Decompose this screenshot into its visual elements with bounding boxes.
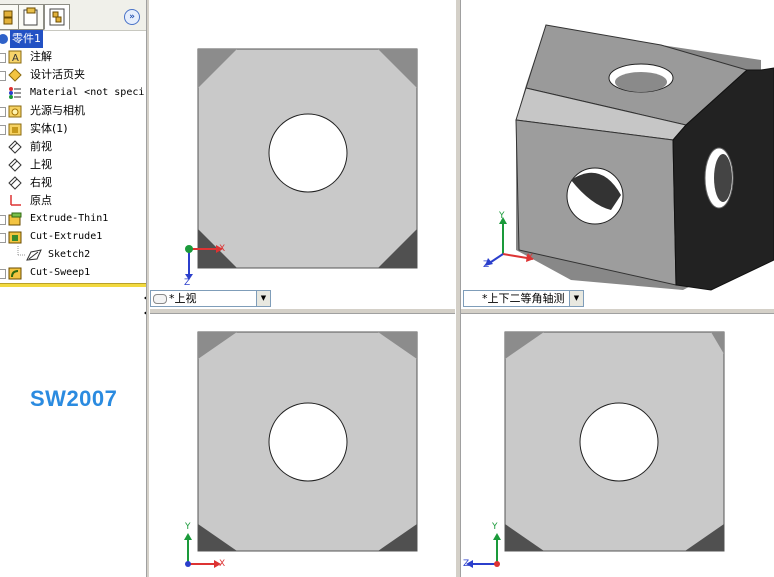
y-axis-label: Y <box>492 522 498 532</box>
annotation-icon: A <box>8 50 22 64</box>
rollback-bar[interactable] <box>0 283 146 287</box>
viewport-bottom-right[interactable]: Y Z <box>461 314 774 577</box>
tree-item-extrude-thin1[interactable]: Extrude-Thin1 <box>0 210 146 228</box>
svg-text:A: A <box>12 53 19 64</box>
tree-item-label: 右视 <box>30 176 52 189</box>
version-logo: SW2007 <box>30 386 118 411</box>
panel-tabs: » <box>0 0 146 31</box>
tree-item-label: Cut-Extrude1 <box>30 231 103 242</box>
z-axis-label: Z <box>184 278 191 288</box>
tree-item-label: 实体(1) <box>30 122 68 135</box>
view-icon <box>153 294 167 304</box>
plane-icon <box>8 176 22 190</box>
viewport-top-right[interactable]: Y X Z *上下二等角轴测 ▼ <box>461 0 774 308</box>
tree-root-label: 零件1 <box>10 30 43 48</box>
configuration-icon <box>49 8 65 26</box>
view-orientation-selector[interactable]: *上下二等角轴测 ▼ <box>463 290 584 307</box>
lights-cameras-icon <box>8 105 22 118</box>
expand-panel-icon[interactable]: » <box>124 9 140 25</box>
property-icon <box>23 7 38 26</box>
tree-item-right-plane[interactable]: 右视 <box>0 174 146 192</box>
tree-item-top-plane[interactable]: 上视 <box>0 156 146 174</box>
x-axis-label: X <box>219 244 226 254</box>
tree-item-origin[interactable]: 原点 <box>0 192 146 210</box>
view-orientation-selector[interactable]: *上视 ▼ <box>150 290 271 307</box>
tree-root-part[interactable]: 零件1 <box>0 30 146 48</box>
expand-toggle[interactable] <box>0 53 6 63</box>
cut-sweep-feature-icon <box>8 267 22 280</box>
tree-item-label: Material <not speci <box>30 87 145 98</box>
viewport-top-left[interactable]: X Z *上视 ▼ <box>150 0 455 308</box>
feature-tree: 零件1 A 注解 设计活页夹 Material <not speci 光源与相机… <box>0 30 146 283</box>
tree-item-label: 上视 <box>30 158 52 171</box>
view-name: *上视 <box>169 292 197 305</box>
tree-item-label: 原点 <box>30 194 52 207</box>
design-binder-icon <box>8 68 22 82</box>
tree-item-label: 光源与相机 <box>30 104 85 117</box>
tree-item-label: Cut-Sweep1 <box>30 267 91 278</box>
expand-toggle[interactable] <box>0 107 6 117</box>
plane-icon <box>8 158 22 172</box>
solid-bodies-icon <box>8 123 22 136</box>
material-icon <box>9 87 21 99</box>
expand-toggle[interactable] <box>0 233 6 243</box>
viewport-bottom-left[interactable]: Y X <box>150 314 455 577</box>
tree-item-label: 注解 <box>30 50 52 63</box>
z-axis-label: Z <box>463 559 470 569</box>
x-axis-label: X <box>527 253 534 263</box>
tree-item-solid-bodies[interactable]: 实体(1) <box>0 120 146 138</box>
expand-toggle[interactable] <box>0 215 6 225</box>
plane-icon <box>8 140 22 154</box>
part-icon <box>0 34 8 44</box>
tree-item-annotations[interactable]: A 注解 <box>0 48 146 66</box>
property-manager-tab[interactable] <box>18 4 44 30</box>
sketch-icon <box>26 249 42 261</box>
expand-toggle[interactable] <box>0 125 6 135</box>
chevron-down-icon[interactable]: ▼ <box>256 291 270 306</box>
x-axis-label: X <box>219 559 226 569</box>
tree-item-cut-sweep1[interactable]: Cut-Sweep1 <box>0 264 146 282</box>
tree-item-design-binder[interactable]: 设计活页夹 <box>0 66 146 84</box>
tree-item-material[interactable]: Material <not speci <box>0 84 146 102</box>
y-axis-label: Y <box>499 211 505 221</box>
y-axis-label: Y <box>185 522 191 532</box>
feature-manager-panel: » 零件1 A 注解 设计活页夹 Material <not speci 光源与… <box>0 0 146 577</box>
configuration-manager-tab[interactable] <box>44 4 70 30</box>
extrude-feature-icon <box>8 212 22 226</box>
feature-manager-tab[interactable] <box>0 4 20 30</box>
tree-item-label: Extrude-Thin1 <box>30 213 109 224</box>
expand-toggle[interactable] <box>0 71 6 81</box>
feature-tree-icon <box>3 10 13 25</box>
z-axis-label: Z <box>483 260 490 270</box>
origin-icon <box>10 195 21 206</box>
tree-item-lights-cameras[interactable]: 光源与相机 <box>0 102 146 120</box>
tree-item-cut-extrude1[interactable]: Cut-Extrude1 <box>0 228 146 246</box>
tree-item-label: Sketch2 <box>48 249 91 260</box>
chevron-down-icon[interactable]: ▼ <box>569 291 583 306</box>
tree-item-sketch2[interactable]: Sketch2 <box>0 246 146 264</box>
tree-item-label: 前视 <box>30 140 52 153</box>
view-name: *上下二等角轴测 <box>482 292 565 305</box>
triad-icon <box>485 217 534 266</box>
expand-toggle[interactable] <box>0 269 6 279</box>
tree-item-label: 设计活页夹 <box>30 68 85 81</box>
cut-extrude-feature-icon <box>8 231 22 244</box>
tree-item-front-plane[interactable]: 前视 <box>0 138 146 156</box>
